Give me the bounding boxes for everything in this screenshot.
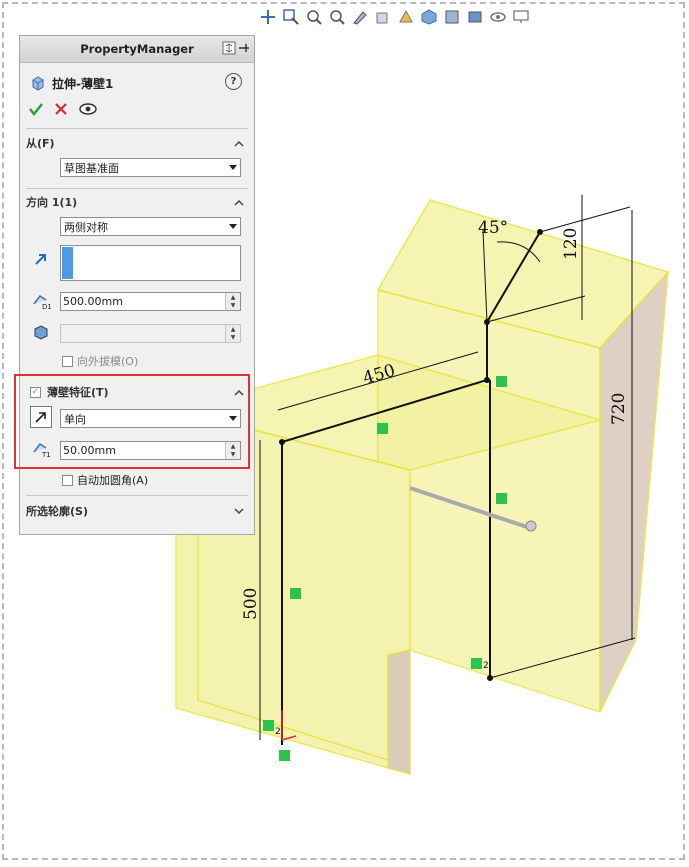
from-select[interactable]: 草图基准面: [60, 158, 241, 177]
pm-header: PropertyManager: [20, 36, 254, 63]
draft-angle-input[interactable]: ▲ ▼: [60, 324, 241, 343]
auto-fillet-checkbox[interactable]: [62, 474, 73, 486]
previous-view-icon[interactable]: [304, 6, 324, 28]
relation-label: 2: [483, 661, 489, 671]
zoom-to-fit-icon[interactable]: [258, 6, 278, 28]
thickness-t1-icon: T1: [30, 438, 52, 460]
dropdown-arrow-icon: [226, 159, 240, 176]
coincident-relation-icon[interactable]: [496, 376, 507, 387]
screw-head: [525, 520, 537, 532]
svg-text:D1: D1: [42, 303, 51, 310]
direction-reference-box[interactable]: [60, 245, 241, 281]
relation-label: 2: [275, 727, 281, 737]
svg-text:T1: T1: [41, 451, 51, 458]
expand-icon[interactable]: [222, 41, 236, 55]
chevron-up-icon[interactable]: [234, 196, 244, 209]
pm-actions: [28, 99, 254, 119]
divider: [26, 495, 248, 496]
depth-spinner[interactable]: ▲ ▼: [225, 293, 240, 310]
chevron-up-icon[interactable]: [234, 386, 244, 399]
divider: [26, 374, 248, 375]
horizontal-relation-icon[interactable]: [377, 423, 388, 434]
dim-ext-120: [539, 206, 631, 233]
sketch-point[interactable]: [484, 377, 490, 383]
chevron-down-icon[interactable]: [234, 505, 244, 518]
dim-720-text[interactable]: 720: [609, 393, 629, 425]
ok-check-icon[interactable]: [28, 101, 44, 117]
vertical-relation-icon[interactable]: [290, 588, 301, 599]
fixed-relation-icon[interactable]: [279, 750, 290, 761]
monitor-icon[interactable]: [511, 6, 531, 28]
feature-name: 拉伸-薄壁1: [52, 76, 114, 91]
draft-outward-checkbox[interactable]: [62, 355, 73, 367]
section-from[interactable]: 从(F): [26, 134, 248, 152]
auto-fillet-row[interactable]: 自动加圆角(A): [62, 472, 148, 488]
view-orientation-icon[interactable]: [373, 6, 393, 28]
sketch-point[interactable]: [279, 439, 285, 445]
property-manager: PropertyManager 拉伸-薄壁1 ? 从(F) 草图基准面 方向 1…: [19, 35, 255, 535]
draft-outward-label: 向外拔模(O): [77, 355, 139, 368]
dim-angle-text[interactable]: 45°: [478, 218, 508, 238]
divider: [26, 188, 248, 189]
thickness-input[interactable]: 50.00mm ▲ ▼: [60, 441, 241, 460]
extrude-thin-icon: [32, 76, 44, 91]
heads-up-view-toolbar: [258, 4, 531, 30]
preview-eye-icon[interactable]: [78, 102, 98, 116]
depth-value: 500.00mm: [63, 295, 123, 308]
feature-title: 拉伸-薄壁1: [30, 72, 254, 94]
selection-highlight: [62, 247, 73, 279]
depth-input[interactable]: 500.00mm ▲ ▼: [60, 292, 241, 311]
thickness-spinner[interactable]: ▲ ▼: [225, 442, 240, 459]
thickness-value: 50.00mm: [63, 444, 116, 457]
section-contours-title: 所选轮廓(S): [26, 505, 88, 518]
section-thin-title: 薄壁特征(T): [47, 386, 109, 399]
sketch-point[interactable]: [484, 319, 490, 325]
thin-type-value: 单向: [64, 412, 86, 426]
horizontal-relation-icon[interactable]: [263, 720, 274, 731]
draft-icon[interactable]: [30, 321, 52, 343]
cancel-x-icon[interactable]: [54, 102, 68, 116]
edit-appearance-icon[interactable]: [442, 6, 462, 28]
divider: [26, 128, 248, 129]
pm-title: PropertyManager: [80, 42, 194, 56]
dropdown-arrow-icon: [226, 218, 240, 235]
dynamic-annotation-icon[interactable]: [350, 6, 370, 28]
dropdown-arrow-icon: [226, 410, 240, 427]
draft-spinner[interactable]: ▲ ▼: [225, 325, 240, 342]
reverse-direction-icon[interactable]: [30, 406, 52, 428]
from-select-value: 草图基准面: [64, 161, 119, 175]
depth-d1-icon: D1: [30, 290, 52, 312]
section-direction1[interactable]: 方向 1(1): [26, 193, 248, 211]
thin-feature-checkbox[interactable]: ✓: [30, 386, 41, 398]
help-icon[interactable]: ?: [225, 73, 242, 90]
section-thin-feature[interactable]: ✓ 薄壁特征(T): [26, 383, 248, 401]
horizontal-relation-icon[interactable]: [471, 658, 482, 669]
zoom-area-icon[interactable]: [281, 6, 301, 28]
display-style-icon[interactable]: [396, 6, 416, 28]
hide-show-icon[interactable]: [419, 6, 439, 28]
pm-pin[interactable]: [222, 41, 250, 55]
direction-arrow-icon[interactable]: [30, 248, 52, 270]
dim-500-text[interactable]: 500: [241, 588, 261, 620]
view-settings-icon[interactable]: [488, 6, 508, 28]
sketch-point[interactable]: [487, 675, 493, 681]
apply-scene-icon[interactable]: [465, 6, 485, 28]
thin-type-select[interactable]: 单向: [60, 409, 241, 428]
dim-120-text[interactable]: 120: [561, 228, 581, 260]
body-face-leg-side[interactable]: [387, 649, 411, 775]
pin-icon[interactable]: [238, 41, 250, 55]
auto-fillet-label: 自动加圆角(A): [77, 474, 149, 487]
section-view-icon[interactable]: [327, 6, 347, 28]
chevron-up-icon[interactable]: [234, 137, 244, 150]
body-face-back-side[interactable]: [599, 269, 669, 713]
sketch-point[interactable]: [537, 229, 543, 235]
section-direction1-title: 方向 1(1): [26, 196, 78, 209]
end-condition-select[interactable]: 两侧对称: [60, 217, 241, 236]
section-from-title: 从(F): [26, 137, 55, 150]
section-selected-contours[interactable]: 所选轮廓(S): [26, 502, 248, 520]
end-condition-value: 两侧对称: [64, 220, 108, 234]
vertical-relation-icon[interactable]: [496, 493, 507, 504]
draft-outward-row[interactable]: 向外拔模(O): [62, 353, 138, 369]
